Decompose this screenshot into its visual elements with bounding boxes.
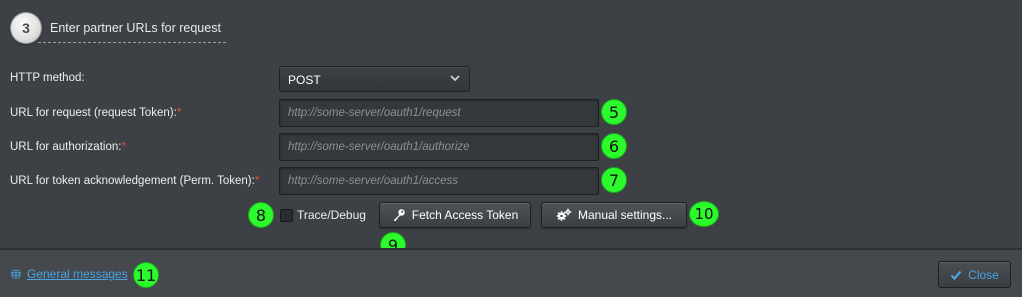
request-url-label: URL for request (request Token):* <box>10 107 181 119</box>
general-messages-link[interactable]: General messages <box>27 267 128 281</box>
annotation-badge-8: 8 <box>248 202 274 228</box>
step-number-circle: 3 <box>11 13 41 43</box>
globe-icon <box>11 268 21 280</box>
token-ack-url-label-text: URL for token acknowledgement (Perm. Tok… <box>10 175 255 187</box>
fetch-access-token-button[interactable]: Fetch Access Token <box>379 202 531 228</box>
key-icon <box>393 209 405 221</box>
manual-settings-button[interactable]: Manual settings... <box>541 202 687 228</box>
dialog-body: 3 Enter partner URLs for request HTTP me… <box>0 0 1022 258</box>
gears-icon <box>556 208 572 221</box>
http-method-select[interactable]: POST <box>279 66 470 92</box>
annotation-badge-5: 5 <box>601 99 627 125</box>
annotation-badge-10: 10 <box>689 201 719 227</box>
request-url-input[interactable] <box>279 99 599 127</box>
required-star: * <box>121 141 126 153</box>
step-title: Enter partner URLs for request <box>50 21 221 35</box>
annotation-badge-6: 6 <box>601 133 627 159</box>
trace-debug-checkbox[interactable] <box>280 209 293 222</box>
required-star: * <box>176 107 182 119</box>
trace-debug-label[interactable]: Trace/Debug <box>297 208 366 222</box>
fetch-access-token-label: Fetch Access Token <box>411 208 519 222</box>
http-method-value: POST <box>288 73 321 87</box>
annotation-badge-7: 7 <box>601 167 627 193</box>
manual-settings-label: Manual settings... <box>577 208 673 222</box>
request-url-label-text: URL for request (request Token): <box>10 107 177 119</box>
close-button[interactable]: Close <box>938 261 1011 288</box>
step-number: 3 <box>22 20 30 36</box>
http-method-label: HTTP method: <box>10 72 85 84</box>
step-title-underline <box>38 42 226 43</box>
token-ack-url-input[interactable] <box>279 167 599 195</box>
chevron-down-icon <box>450 75 460 82</box>
authorization-url-label-text: URL for authorization: <box>10 141 122 153</box>
http-method-label-text: HTTP method: <box>10 72 85 84</box>
check-icon <box>950 270 962 280</box>
authorization-url-input[interactable] <box>279 133 599 161</box>
general-messages-link-wrap: General messages <box>10 267 128 281</box>
authorization-url-label: URL for authorization:* <box>10 141 126 153</box>
token-ack-url-label: URL for token acknowledgement (Perm. Tok… <box>10 175 259 187</box>
close-button-label: Close <box>968 267 999 282</box>
required-star: * <box>254 175 260 187</box>
annotation-badge-11: 11 <box>133 262 159 288</box>
